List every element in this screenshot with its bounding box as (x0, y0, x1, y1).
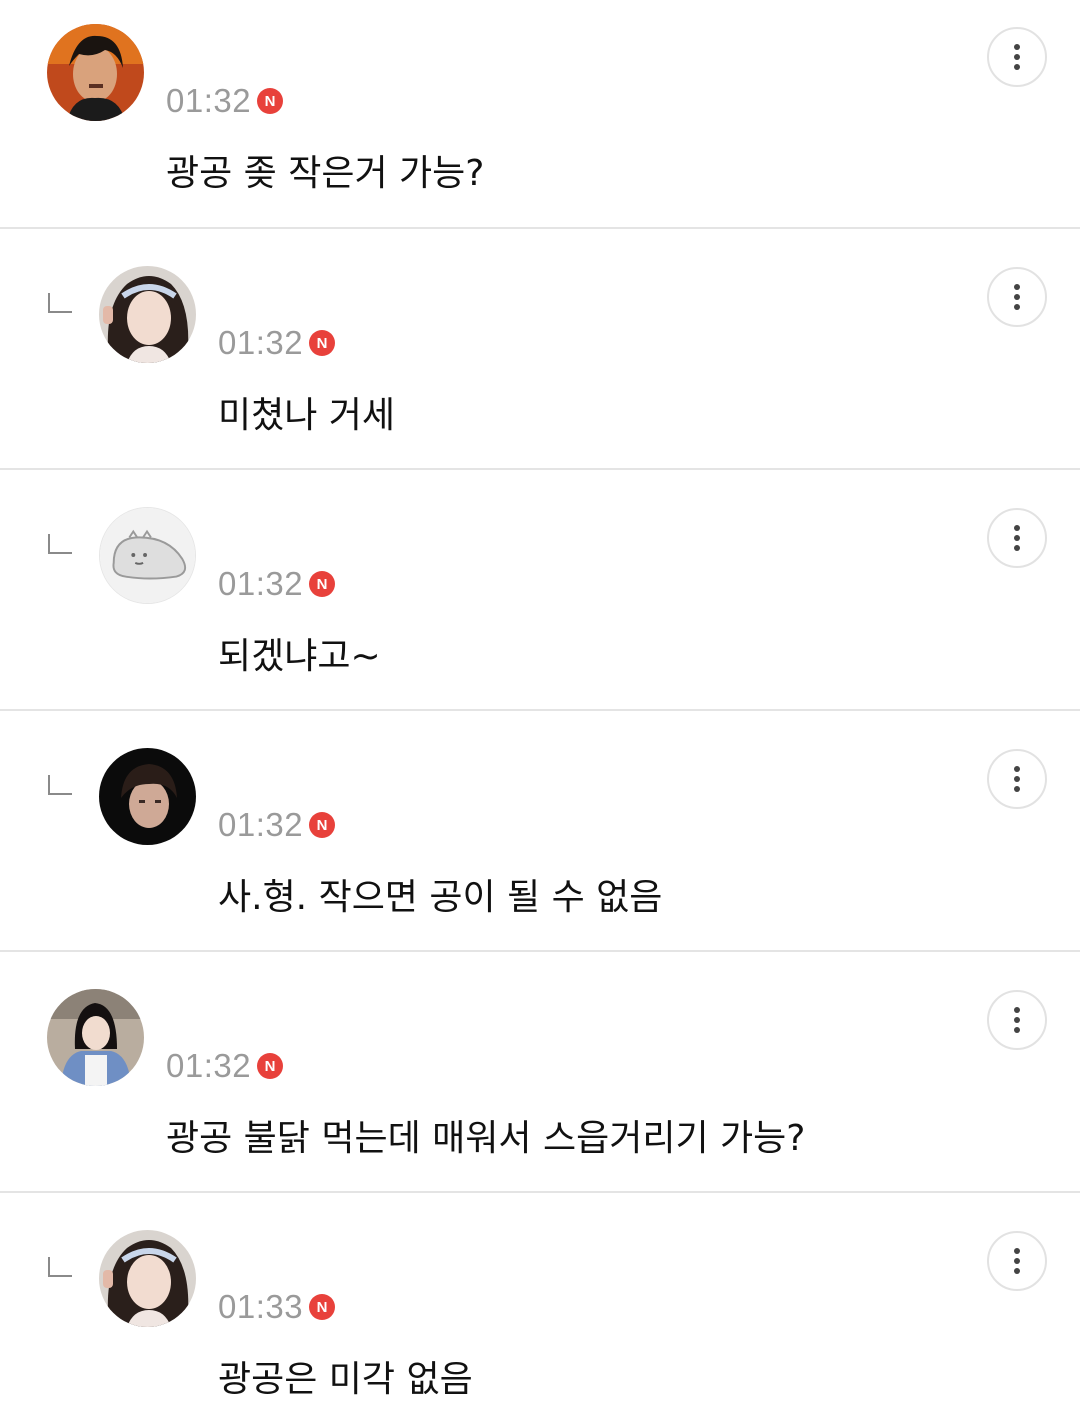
new-badge-icon: N (309, 330, 336, 356)
avatar[interactable] (99, 1230, 196, 1327)
reply-corner-icon (48, 775, 72, 795)
avatar[interactable] (47, 24, 144, 121)
avatar[interactable] (99, 748, 196, 845)
more-options-button[interactable] (987, 267, 1047, 327)
more-vertical-icon (1014, 44, 1020, 50)
comment-meta: 01:32 N (166, 1047, 284, 1085)
more-vertical-icon (1014, 1007, 1020, 1013)
more-vertical-icon (1014, 525, 1020, 531)
comment-item: 01:32 N 미쳤나 거세 (0, 229, 1080, 470)
reply-corner-icon (48, 293, 72, 313)
more-options-button[interactable] (987, 508, 1047, 568)
comment-text: 광공 좆 작은거 가능? (166, 153, 485, 194)
avatar[interactable] (99, 507, 196, 604)
comment-meta: 01:32 N (218, 565, 336, 603)
comment-text: 되겠냐고~ (218, 636, 381, 677)
avatar[interactable] (99, 266, 196, 363)
comment-time: 01:32 (166, 82, 252, 119)
comment-time: 01:32 (166, 1047, 252, 1084)
more-options-button[interactable] (987, 1231, 1047, 1291)
comment-text: 사.형. 작으면 공이 될 수 없음 (218, 877, 663, 918)
more-options-button[interactable] (987, 749, 1047, 809)
comment-time: 01:32 (218, 565, 304, 602)
comment-time: 01:33 (218, 1288, 304, 1325)
more-vertical-icon (1014, 766, 1020, 772)
reply-corner-icon (48, 534, 72, 554)
comment-item: 01:33 N 광공은 미각 없음 (0, 1193, 1080, 1428)
avatar[interactable] (47, 989, 144, 1086)
new-badge-icon: N (309, 812, 336, 838)
comment-meta: 01:32 N (218, 806, 336, 844)
comment-meta: 01:33 N (218, 1288, 336, 1326)
comment-time: 01:32 (218, 806, 304, 843)
new-badge-icon: N (257, 1053, 284, 1079)
comment-item: 01:32 N 사.형. 작으면 공이 될 수 없음 (0, 711, 1080, 952)
more-options-button[interactable] (987, 27, 1047, 87)
comment-list: 01:32 N 광공 좆 작은거 가능? 01:32 N 미쳤나 거세 01:3… (0, 0, 1080, 1428)
comment-item: 01:32 N 광공 좆 작은거 가능? (0, 0, 1080, 229)
new-badge-icon: N (257, 88, 284, 114)
comment-time: 01:32 (218, 324, 304, 361)
comment-meta: 01:32 N (218, 324, 336, 362)
comment-text: 광공은 미각 없음 (218, 1359, 473, 1400)
comment-text: 광공 불닭 먹는데 매워서 스읍거리기 가능? (166, 1118, 806, 1159)
more-vertical-icon (1014, 1248, 1020, 1254)
new-badge-icon: N (309, 1294, 336, 1320)
more-options-button[interactable] (987, 990, 1047, 1050)
reply-corner-icon (48, 1257, 72, 1277)
comment-item: 01:32 N 광공 불닭 먹는데 매워서 스읍거리기 가능? (0, 952, 1080, 1193)
more-vertical-icon (1014, 284, 1020, 290)
new-badge-icon: N (309, 571, 336, 597)
comment-text: 미쳤나 거세 (218, 395, 396, 436)
comment-meta: 01:32 N (166, 82, 284, 120)
comment-item: 01:32 N 되겠냐고~ (0, 470, 1080, 711)
